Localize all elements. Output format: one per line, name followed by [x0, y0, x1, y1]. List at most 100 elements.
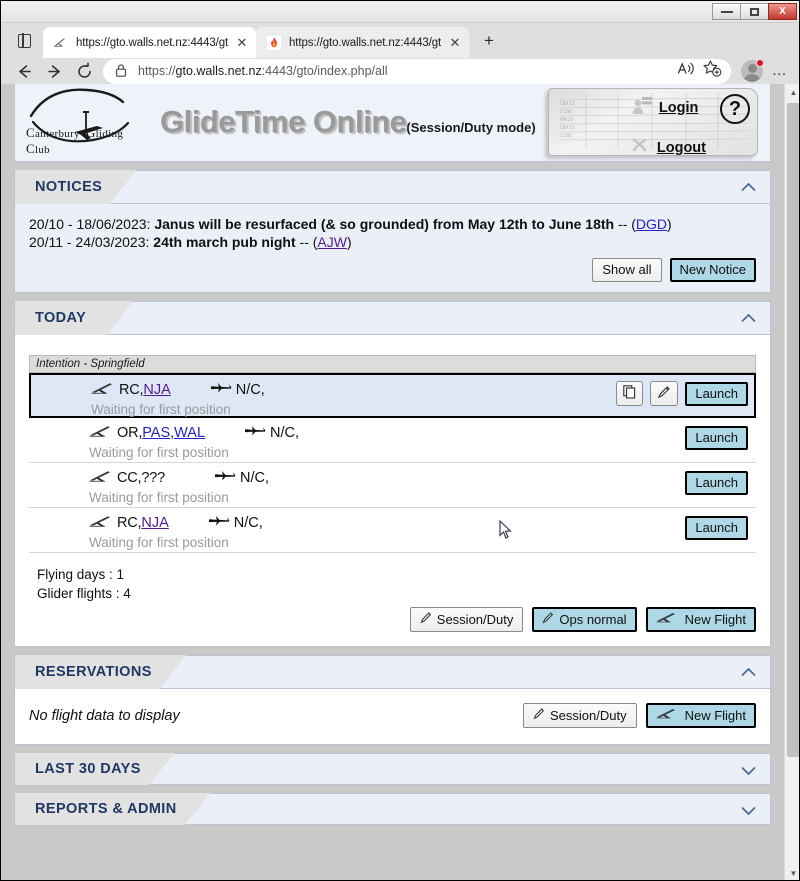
- glider-icon: [91, 381, 119, 399]
- last-30-days-title: LAST 30 DAYS: [15, 753, 175, 785]
- tab-gto-1[interactable]: https://gto.walls.net.nz:4443/gto/ ✕: [43, 27, 256, 58]
- minimize-button[interactable]: [712, 3, 741, 20]
- window-controls: X: [712, 3, 797, 20]
- page-title: GlideTime Online(Session/Duty mode): [160, 104, 536, 139]
- club-logo-caption: Canterbury Gliding Club: [26, 125, 124, 156]
- page-title-mode: (Session/Duty mode): [406, 120, 536, 135]
- forward-button[interactable]: [39, 58, 69, 84]
- launch-button[interactable]: Launch: [685, 426, 748, 450]
- svg-text:CBA 11: CBA 11: [560, 125, 575, 130]
- profile-button[interactable]: [741, 59, 764, 82]
- notices-header[interactable]: NOTICES: [14, 170, 771, 204]
- launch-button[interactable]: Launch: [685, 516, 748, 540]
- help-button[interactable]: ?: [720, 94, 750, 124]
- notices-title: NOTICES: [15, 170, 136, 204]
- tab-strip: https://gto.walls.net.nz:4443/gto/ ✕ htt…: [1, 23, 799, 58]
- notices-actions: Show all New Notice: [29, 258, 756, 282]
- flight-row-main: CC,??? N/C,: [29, 467, 756, 489]
- tab-gto-2[interactable]: https://gto.walls.net.nz:4443/gto ✕: [256, 27, 469, 58]
- notice-author-link[interactable]: DGD: [636, 216, 667, 232]
- table-row[interactable]: CC,??? N/C, Waiting for first position L…: [29, 463, 756, 508]
- launch-label: Launch: [695, 430, 738, 445]
- crew-member-link[interactable]: NJA: [141, 515, 168, 531]
- notice-close-paren: ): [666, 216, 672, 232]
- pencil-icon: [657, 385, 671, 402]
- notice-separator: -- (: [295, 234, 318, 250]
- chevron-up-icon[interactable]: [741, 180, 756, 195]
- flame-icon: [266, 35, 282, 51]
- session-duty-button[interactable]: Session/Duty: [522, 703, 637, 728]
- reports-admin-header[interactable]: REPORTS & ADMIN: [14, 793, 771, 825]
- scroll-down-arrow[interactable]: ▼: [785, 865, 799, 880]
- today-header[interactable]: TODAY: [14, 301, 771, 335]
- page-scrollbar[interactable]: ▲ ▼: [784, 84, 799, 880]
- chevron-up-icon[interactable]: [741, 665, 756, 680]
- glider-icon: [89, 424, 117, 442]
- logout-link[interactable]: Logout: [657, 140, 706, 156]
- chevron-up-icon[interactable]: [741, 311, 756, 326]
- tab-close-icon[interactable]: ✕: [234, 35, 250, 51]
- launch-label: Launch: [695, 385, 738, 401]
- reports-admin-title: REPORTS & ADMIN: [15, 793, 211, 825]
- reservations-title: RESERVATIONS: [15, 655, 186, 689]
- restore-button[interactable]: [740, 3, 769, 20]
- glider-icon: [656, 611, 680, 627]
- ops-normal-button[interactable]: Ops normal: [532, 607, 637, 632]
- reservations-header[interactable]: RESERVATIONS: [14, 655, 771, 689]
- edit-flight-button[interactable]: [650, 381, 679, 406]
- show-all-label: Show all: [602, 262, 652, 277]
- glider-icon: [89, 514, 117, 532]
- session-duty-label: Session/Duty: [549, 707, 627, 723]
- flying-days-stat: Flying days : 1: [37, 567, 125, 582]
- crew-member-link[interactable]: NJA: [143, 382, 170, 398]
- back-button[interactable]: [9, 58, 39, 84]
- chevron-down-icon[interactable]: [741, 763, 756, 778]
- panel-last-30-days: LAST 30 DAYS: [14, 753, 771, 785]
- notice-author-link[interactable]: AJW: [317, 234, 347, 250]
- last-30-days-header[interactable]: LAST 30 DAYS: [14, 753, 771, 785]
- browser-more-menu[interactable]: …: [767, 59, 793, 83]
- scrollbar-thumb[interactable]: [787, 103, 799, 757]
- ops-normal-label: Ops normal: [559, 611, 627, 627]
- table-row[interactable]: RC, NJA N/C, Waiting for first position …: [29, 373, 756, 418]
- flight-row-actions: Launch: [685, 471, 748, 495]
- launch-button[interactable]: Launch: [685, 381, 748, 406]
- flight-row-actions: Launch: [685, 516, 748, 540]
- page-viewport: Canterbury Gliding Club GlideTime Online…: [1, 84, 799, 880]
- scroll-up-arrow[interactable]: ▲: [785, 84, 799, 101]
- login-link[interactable]: Login: [659, 100, 698, 116]
- reload-button[interactable]: [69, 58, 99, 84]
- read-aloud-icon[interactable]: [677, 60, 696, 82]
- crew-member-link[interactable]: PAS,WAL: [142, 425, 205, 441]
- new-flight-button[interactable]: New Flight: [645, 607, 756, 632]
- show-all-button[interactable]: Show all: [592, 258, 662, 282]
- table-row[interactable]: OR, PAS,WAL N/C, Waiting for first posit…: [29, 418, 756, 463]
- tow-plane-icon: [243, 424, 270, 442]
- new-notice-button[interactable]: New Notice: [669, 258, 756, 282]
- logbook-decoration: CBA 12 1 234 PIN 14 CBA 11 2 345 Login L…: [548, 88, 758, 156]
- reservations-empty-message: No flight data to display: [29, 707, 180, 724]
- tab-sidebar-button[interactable]: [11, 28, 37, 54]
- restore-icon: [750, 7, 759, 16]
- tug-label: N/C,: [233, 515, 263, 531]
- address-bar[interactable]: https://gto.walls.net.nz:4443/gto/index.…: [103, 58, 731, 84]
- tab-close-icon[interactable]: ✕: [447, 35, 463, 51]
- new-tab-button[interactable]: +: [475, 27, 503, 55]
- address-bar-actions: [677, 59, 724, 83]
- login-row[interactable]: Login: [631, 95, 706, 120]
- url-text[interactable]: https://gto.walls.net.nz:4443/gto/index.…: [138, 64, 677, 78]
- tab-title: https://gto.walls.net.nz:4443/gto: [289, 36, 441, 49]
- table-row[interactable]: RC, NJA N/C, Waiting for first position …: [29, 508, 756, 553]
- notice-text: 24th march pub night: [153, 234, 296, 250]
- tow-plane-icon: [209, 381, 236, 399]
- add-favourite-icon[interactable]: [702, 59, 722, 83]
- launch-button[interactable]: Launch: [685, 471, 748, 495]
- chevron-down-icon[interactable]: [741, 803, 756, 818]
- logout-row[interactable]: Logout: [631, 137, 706, 158]
- close-button[interactable]: X: [768, 3, 797, 20]
- duplicate-flight-button[interactable]: [616, 381, 644, 406]
- new-flight-button[interactable]: New Flight: [645, 703, 756, 728]
- session-duty-button[interactable]: Session/Duty: [409, 607, 524, 632]
- new-flight-label: New Flight: [684, 707, 746, 723]
- glider-crew: CC,???: [89, 469, 165, 487]
